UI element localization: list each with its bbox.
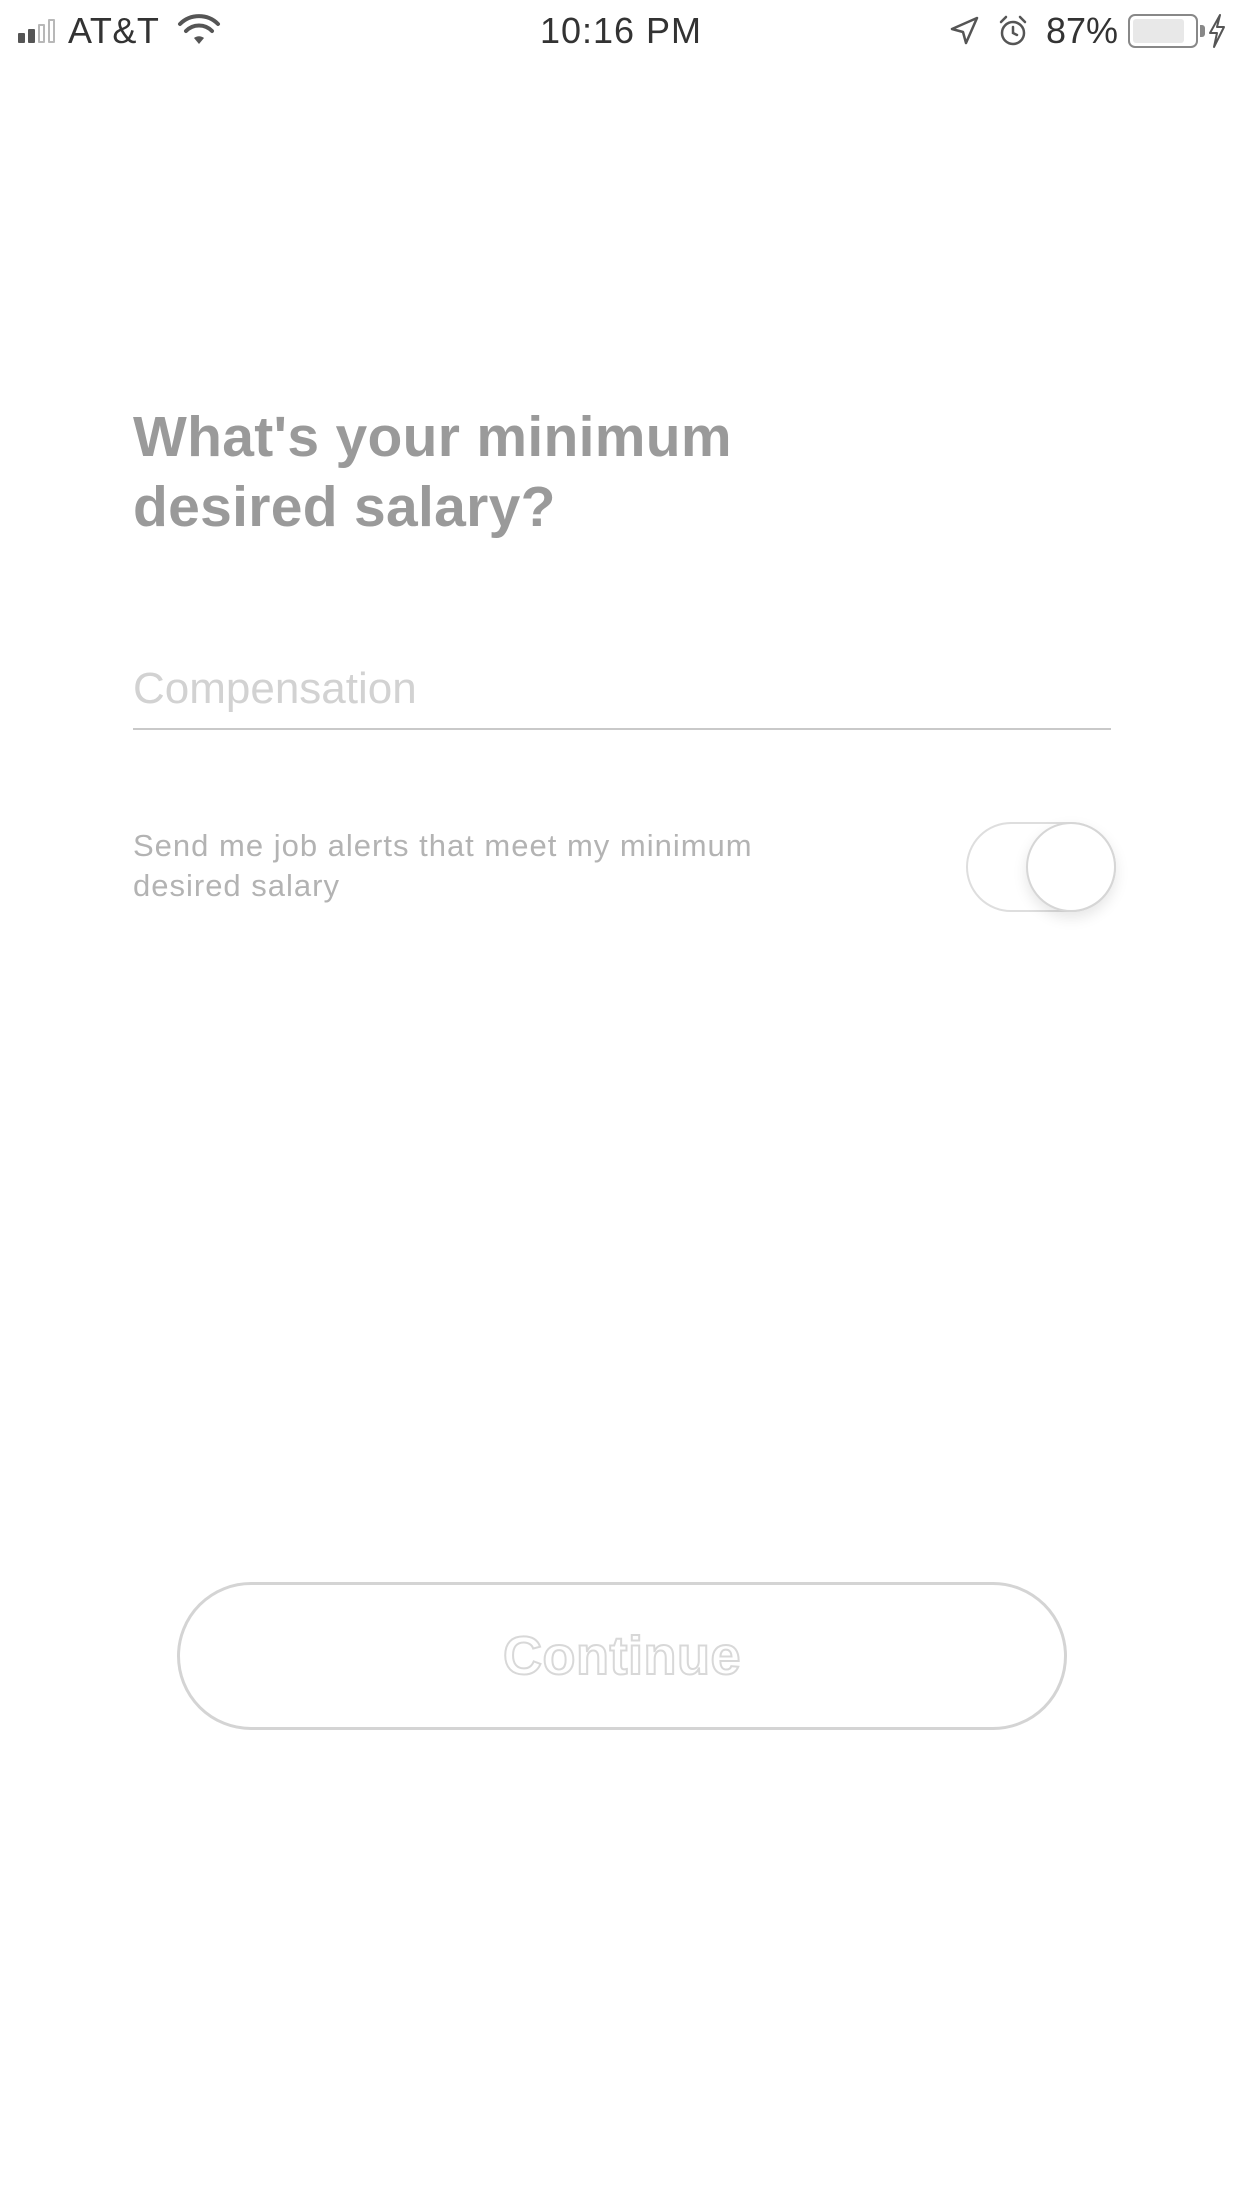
page-title: What's your minimum desired salary? (133, 405, 732, 539)
continue-button-label: Continue (502, 1625, 741, 1687)
alarm-clock-icon (999, 15, 1027, 46)
salary-screen: AT&T 10:16 PM 87% What's your minimum de… (0, 0, 1242, 2208)
toggle-knob[interactable] (1026, 822, 1116, 912)
continue-button[interactable]: Continue (177, 1582, 1067, 1730)
status-right: 87% (948, 10, 1228, 52)
battery-percent: 87% (1045, 10, 1118, 51)
job-alerts-toggle[interactable] (966, 822, 1116, 912)
battery-fill (1133, 19, 1184, 43)
charging-bolt-icon (1209, 14, 1225, 48)
job-alerts-label: Send me job alerts that meet my minimum … (133, 828, 753, 903)
status-bar: AT&T 10:16 PM 87% (0, 0, 1242, 62)
battery-icon (1128, 14, 1205, 48)
compensation-input[interactable] (133, 650, 1111, 730)
location-arrow-icon (950, 16, 979, 45)
